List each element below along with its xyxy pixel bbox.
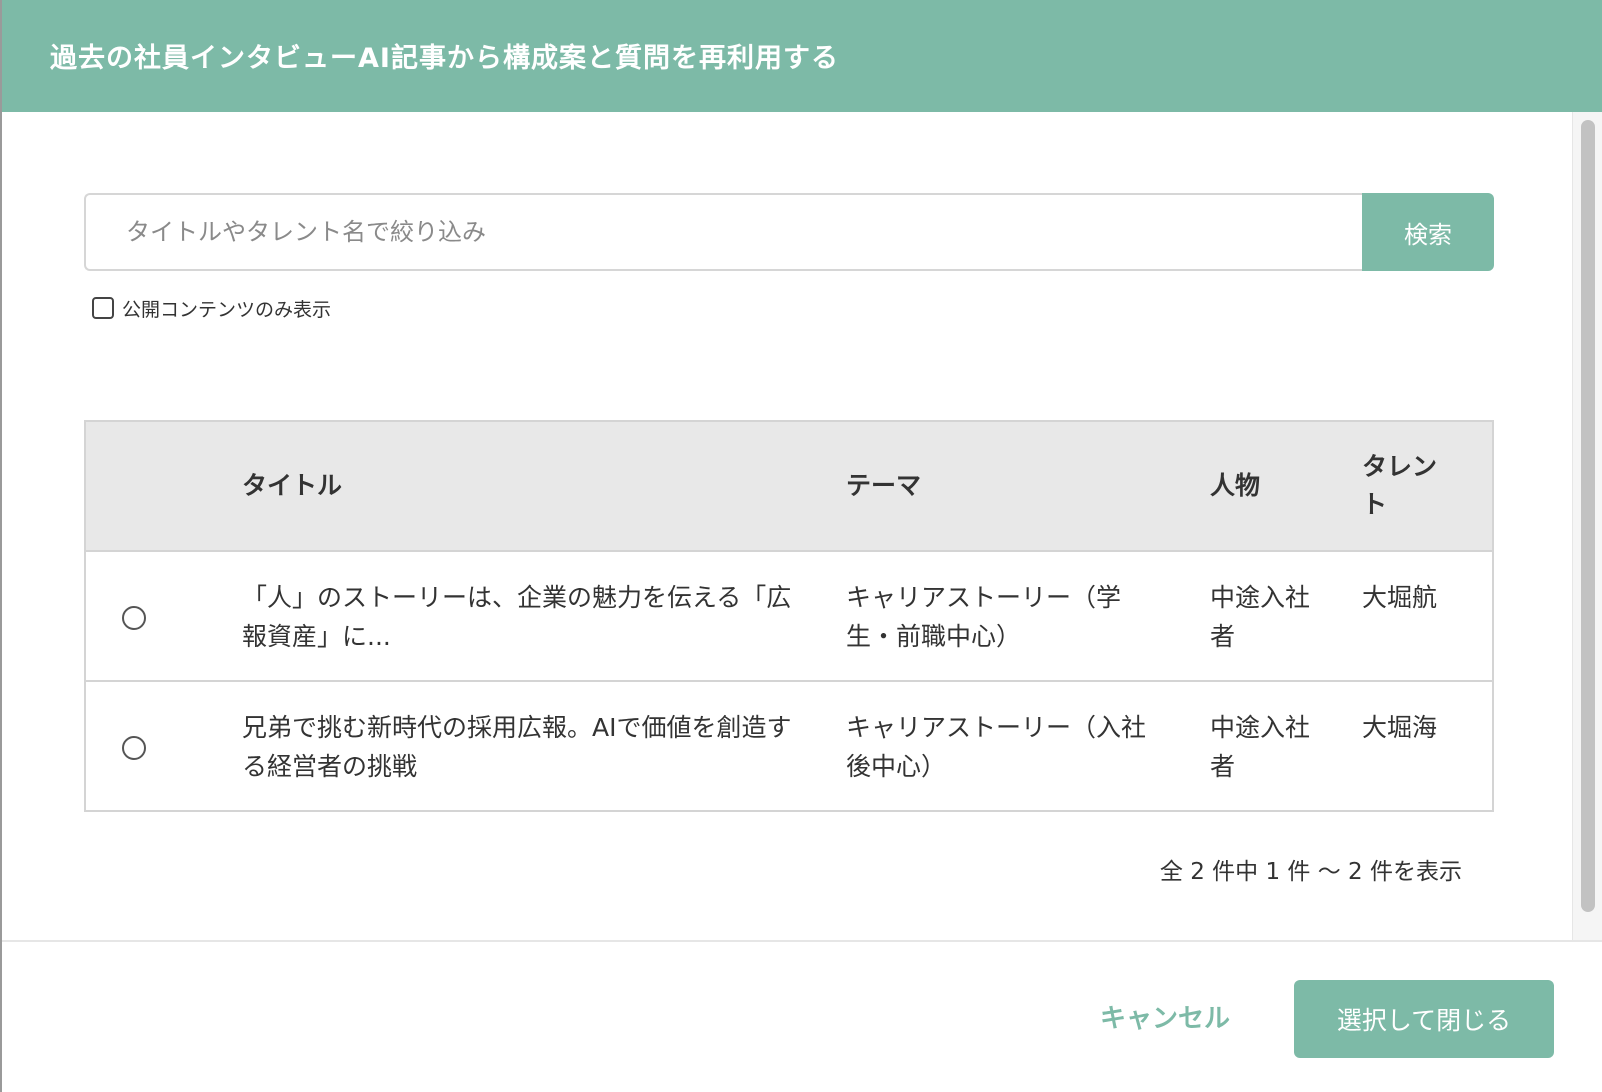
row-title: 兄弟で挑む新時代の採用広報。AIで価値を創造する経営者の挑戦 — [242, 713, 792, 781]
modal-title: 過去の社員インタビューAI記事から構成案と質問を再利用する — [50, 43, 839, 74]
reuse-interview-modal: 過去の社員インタビューAI記事から構成案と質問を再利用する 検索 公開コンテンツ… — [0, 0, 1602, 1092]
cancel-button[interactable]: キャンセル — [1100, 998, 1230, 1035]
row-person: 中途入社者 — [1210, 713, 1311, 781]
table-row[interactable]: 「人」のストーリーは、企業の魅力を伝える「広報資産」に... キャリアストーリー… — [86, 552, 1492, 682]
row-title: 「人」のストーリーは、企業の魅力を伝える「広報資産」に... — [242, 583, 792, 651]
scrollbar[interactable] — [1572, 112, 1602, 940]
row-talent: 大堀航 — [1362, 583, 1438, 612]
row-talent: 大堀海 — [1362, 713, 1438, 742]
modal-header: 過去の社員インタビューAI記事から構成案と質問を再利用する — [2, 0, 1602, 112]
select-and-close-button[interactable]: 選択して閉じる — [1294, 980, 1554, 1058]
row-person: 中途入社者 — [1210, 583, 1311, 651]
column-header-person: 人物 — [1210, 471, 1261, 500]
table-row[interactable]: 兄弟で挑む新時代の採用広報。AIで価値を創造する経営者の挑戦 キャリアストーリー… — [86, 682, 1492, 810]
column-header-talent: タレント — [1362, 452, 1438, 519]
pagination-summary: 全 2 件中 1 件 〜 2 件を表示 — [1159, 859, 1462, 885]
modal-footer: キャンセル 選択して閉じる — [2, 940, 1602, 1092]
row-theme: キャリアストーリー（学生・前職中心） — [846, 583, 1122, 651]
modal-body: 検索 公開コンテンツのみ表示 タイトル テーマ 人物 タレント 「人」のストーリ… — [2, 112, 1572, 940]
search-bar: 検索 — [84, 193, 1494, 271]
public-only-checkbox[interactable] — [92, 297, 114, 319]
scrollbar-thumb[interactable] — [1581, 120, 1595, 912]
column-header-title: タイトル — [242, 471, 343, 500]
public-only-filter[interactable]: 公開コンテンツのみ表示 — [92, 293, 331, 323]
search-button[interactable]: 検索 — [1362, 193, 1494, 271]
search-input[interactable] — [84, 193, 1364, 271]
column-header-theme: テーマ — [846, 471, 922, 500]
row-select-radio[interactable] — [122, 606, 146, 630]
table-header: タイトル テーマ 人物 タレント — [86, 422, 1492, 552]
public-only-label: 公開コンテンツのみ表示 — [122, 298, 332, 321]
row-select-radio[interactable] — [122, 736, 146, 760]
row-theme: キャリアストーリー（入社後中心） — [846, 713, 1147, 781]
article-table: タイトル テーマ 人物 タレント 「人」のストーリーは、企業の魅力を伝える「広報… — [84, 420, 1494, 812]
